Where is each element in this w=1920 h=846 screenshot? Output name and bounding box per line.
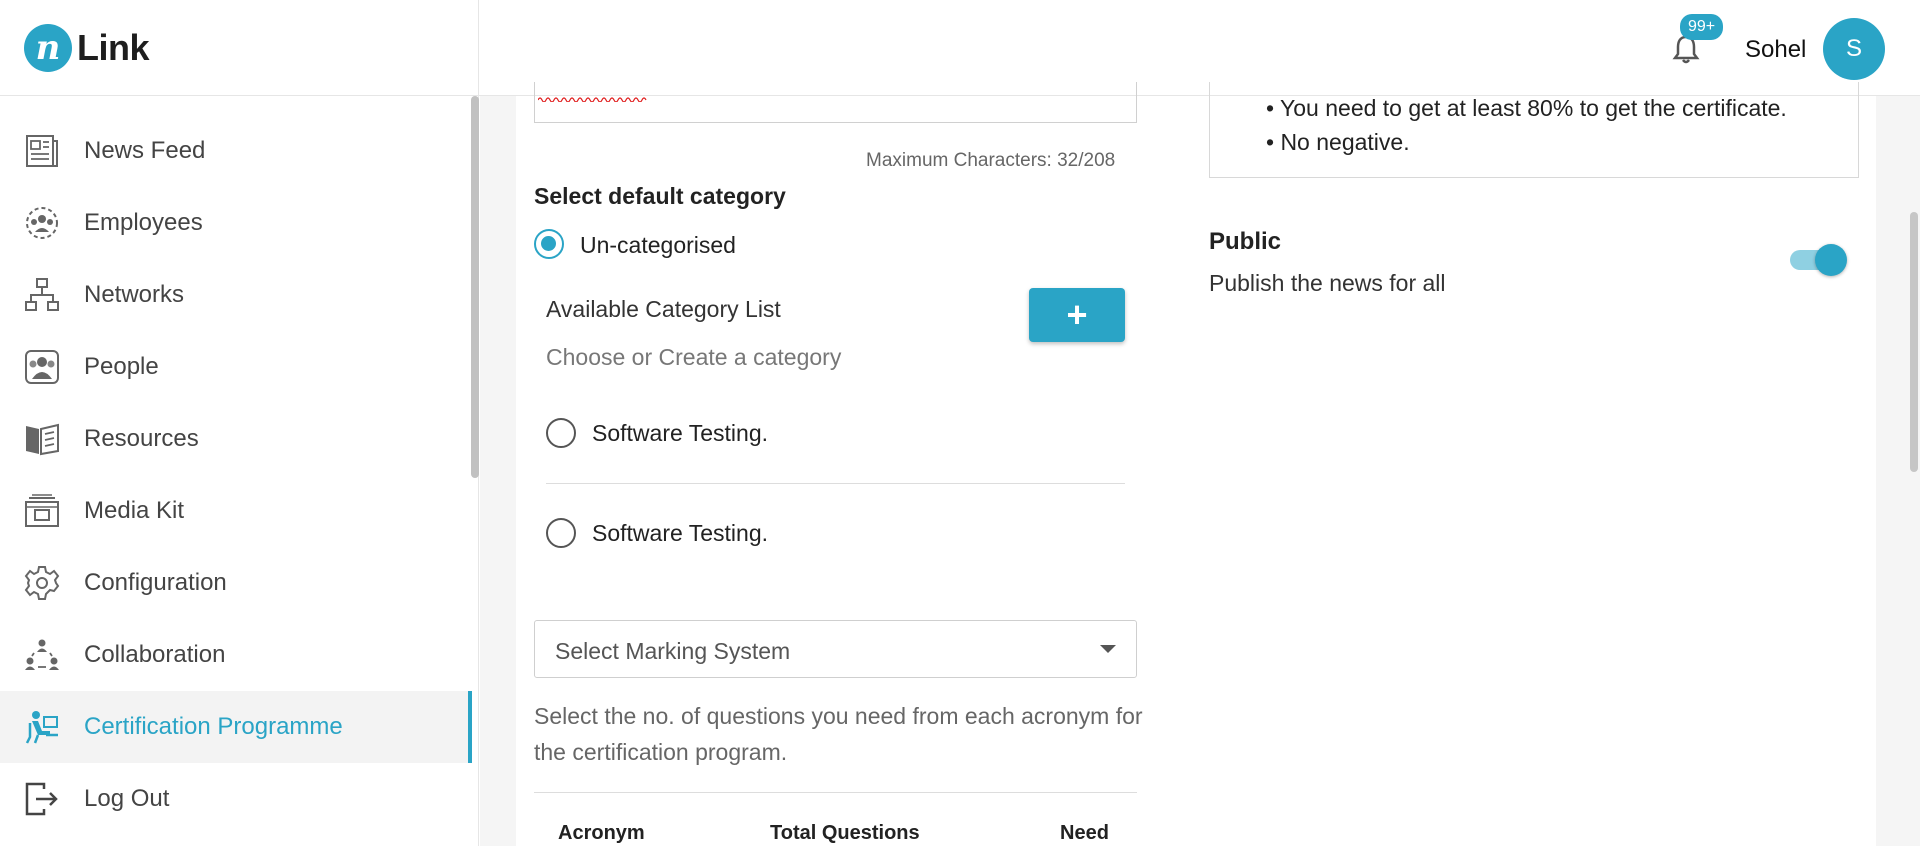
- marking-system-placeholder: Select Marking System: [555, 638, 791, 664]
- spellcheck-underline: [538, 97, 647, 102]
- category-label: Software Testing.: [592, 420, 769, 446]
- sidebar-item-label: People: [84, 353, 159, 380]
- uncategorised-label: Un-categorised: [580, 232, 736, 258]
- rule-item: • You need to get at least 80% to get th…: [1266, 95, 1787, 121]
- sidebar-item-certification-programme[interactable]: Certification Programme: [0, 691, 472, 763]
- avatar[interactable]: S: [1823, 18, 1885, 80]
- sidebar-item-people[interactable]: People: [0, 331, 472, 403]
- public-subtitle: Publish the news for all: [1209, 270, 1446, 296]
- logo-mark-icon: n: [24, 24, 72, 72]
- certification-icon: [25, 711, 58, 744]
- chevron-down-icon: [1100, 645, 1116, 653]
- sidebar-item-label: Log Out: [84, 785, 170, 812]
- sidebar-item-configuration[interactable]: Configuration: [0, 547, 472, 619]
- marking-system-select[interactable]: Select Marking System: [534, 620, 1137, 678]
- add-category-button[interactable]: +: [1029, 288, 1125, 342]
- column-header-acronym: Acronym: [558, 822, 645, 844]
- category-radio[interactable]: [546, 518, 576, 548]
- sidebar-item-log-out[interactable]: Log Out: [0, 763, 472, 835]
- sidebar: News Feed Employees Networks People Reso…: [0, 96, 479, 846]
- employees-icon: [26, 207, 58, 239]
- public-toggle-knob[interactable]: [1815, 244, 1847, 276]
- available-category-subtitle: Choose or Create a category: [546, 344, 842, 370]
- book-icon: [26, 423, 59, 456]
- user-name[interactable]: Sohel: [1745, 36, 1806, 64]
- questions-helper-text: Select the no. of questions you need fro…: [534, 703, 1143, 765]
- divider: [534, 792, 1137, 793]
- sidebar-item-label: Networks: [84, 281, 185, 308]
- sidebar-item-label: Certification Programme: [84, 713, 343, 740]
- sidebar-item-collaboration[interactable]: Collaboration: [0, 619, 472, 691]
- category-radio[interactable]: [546, 418, 576, 448]
- sidebar-scrollbar[interactable]: [471, 96, 479, 478]
- divider: [546, 483, 1125, 484]
- gear-icon: [24, 566, 60, 600]
- column-header-need: Need: [1060, 822, 1109, 844]
- people-icon: [25, 350, 59, 384]
- sidebar-item-label: Media Kit: [84, 497, 185, 524]
- sidebar-item-label: News Feed: [84, 137, 206, 164]
- public-title: Public: [1209, 228, 1282, 255]
- uncategorised-radio[interactable]: [534, 229, 564, 259]
- sidebar-item-label: Resources: [84, 425, 199, 452]
- sidebar-item-label: Configuration: [84, 569, 227, 596]
- header-logo-area: n Link: [0, 0, 479, 96]
- network-icon: [25, 278, 59, 311]
- app-logo[interactable]: n Link: [24, 24, 150, 72]
- media-kit-icon: [25, 494, 59, 527]
- sidebar-item-label: Employees: [84, 209, 203, 236]
- category-label: Software Testing.: [592, 520, 769, 546]
- sidebar-item-networks[interactable]: Networks: [0, 259, 472, 331]
- collaboration-icon: [25, 639, 59, 670]
- category-section-title: Select default category: [534, 183, 786, 209]
- sidebar-item-employees[interactable]: Employees: [0, 187, 472, 259]
- rule-item: • No negative.: [1266, 129, 1410, 155]
- available-category-title: Available Category List: [546, 296, 781, 322]
- logout-icon: [25, 782, 58, 816]
- title-input[interactable]: [534, 82, 1137, 123]
- column-header-total-questions: Total Questions: [770, 822, 920, 844]
- news-icon: [26, 135, 58, 167]
- page-scrollbar[interactable]: [1910, 212, 1918, 472]
- sidebar-item-label: Collaboration: [84, 641, 226, 668]
- notification-badge[interactable]: 99+: [1680, 14, 1724, 40]
- logo-text: Link: [77, 27, 150, 68]
- char-count: Maximum Characters: 32/208: [866, 150, 1116, 171]
- sidebar-item-media-kit[interactable]: Media Kit: [0, 475, 472, 547]
- sidebar-item-news-feed[interactable]: News Feed: [0, 115, 472, 187]
- sidebar-item-resources[interactable]: Resources: [0, 403, 472, 475]
